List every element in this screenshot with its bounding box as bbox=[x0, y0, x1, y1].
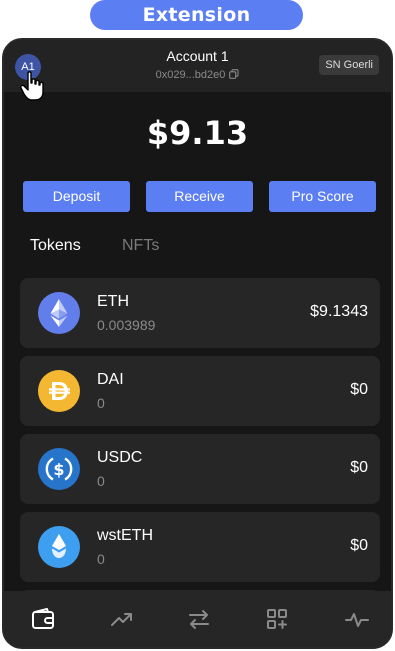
copy-icon[interactable] bbox=[229, 69, 239, 79]
total-balance: $9.13 bbox=[146, 114, 249, 152]
token-value: $0 bbox=[350, 381, 368, 398]
token-amount: 0.003989 bbox=[97, 317, 156, 333]
tab-tokens[interactable]: Tokens bbox=[30, 237, 81, 255]
deposit-button[interactable]: Deposit bbox=[23, 181, 130, 212]
bottom-nav bbox=[4, 591, 391, 647]
eth-icon bbox=[38, 292, 80, 334]
token-amount: 0 bbox=[97, 473, 105, 489]
extension-banner: Extension bbox=[90, 0, 303, 30]
usdc-icon: $ bbox=[38, 448, 80, 490]
action-buttons: Deposit Receive Pro Score bbox=[23, 181, 376, 212]
wsteth-icon bbox=[38, 526, 80, 568]
swap-icon[interactable] bbox=[186, 606, 212, 632]
token-name: wstETH bbox=[97, 527, 153, 544]
activity-icon[interactable] bbox=[344, 606, 370, 632]
wallet-window: A1 Account 1 0x029...bd2e0 SN Goerli $9.… bbox=[2, 38, 393, 649]
token-value: $0 bbox=[350, 459, 368, 476]
token-name: USDC bbox=[97, 449, 143, 466]
svg-text:$: $ bbox=[53, 460, 64, 479]
token-row-eth[interactable]: ETH 0.003989 $9.1343 bbox=[20, 278, 380, 348]
pro-score-button[interactable]: Pro Score bbox=[269, 181, 376, 212]
token-row-dai[interactable]: DAI 0 $0 bbox=[20, 356, 380, 426]
token-row-usdc[interactable]: $ USDC 0 $0 bbox=[20, 434, 380, 504]
tab-nfts[interactable]: NFTs bbox=[122, 237, 159, 255]
token-amount: 0 bbox=[97, 551, 105, 567]
address-text: 0x029...bd2e0 bbox=[155, 69, 226, 81]
token-name: ETH bbox=[97, 293, 129, 310]
token-value: $9.1343 bbox=[310, 303, 368, 320]
network-badge[interactable]: SN Goerli bbox=[319, 55, 379, 75]
trending-icon[interactable] bbox=[109, 606, 135, 632]
dai-icon bbox=[38, 370, 80, 412]
token-row-wsteth[interactable]: wstETH 0 $0 bbox=[20, 512, 380, 582]
token-amount: 0 bbox=[97, 395, 105, 411]
account-header: A1 Account 1 0x029...bd2e0 SN Goerli bbox=[4, 40, 391, 101]
receive-button[interactable]: Receive bbox=[146, 181, 253, 212]
token-name: DAI bbox=[97, 371, 124, 388]
apps-icon[interactable] bbox=[264, 606, 290, 632]
wallet-icon[interactable] bbox=[30, 606, 56, 632]
token-value: $0 bbox=[350, 537, 368, 554]
